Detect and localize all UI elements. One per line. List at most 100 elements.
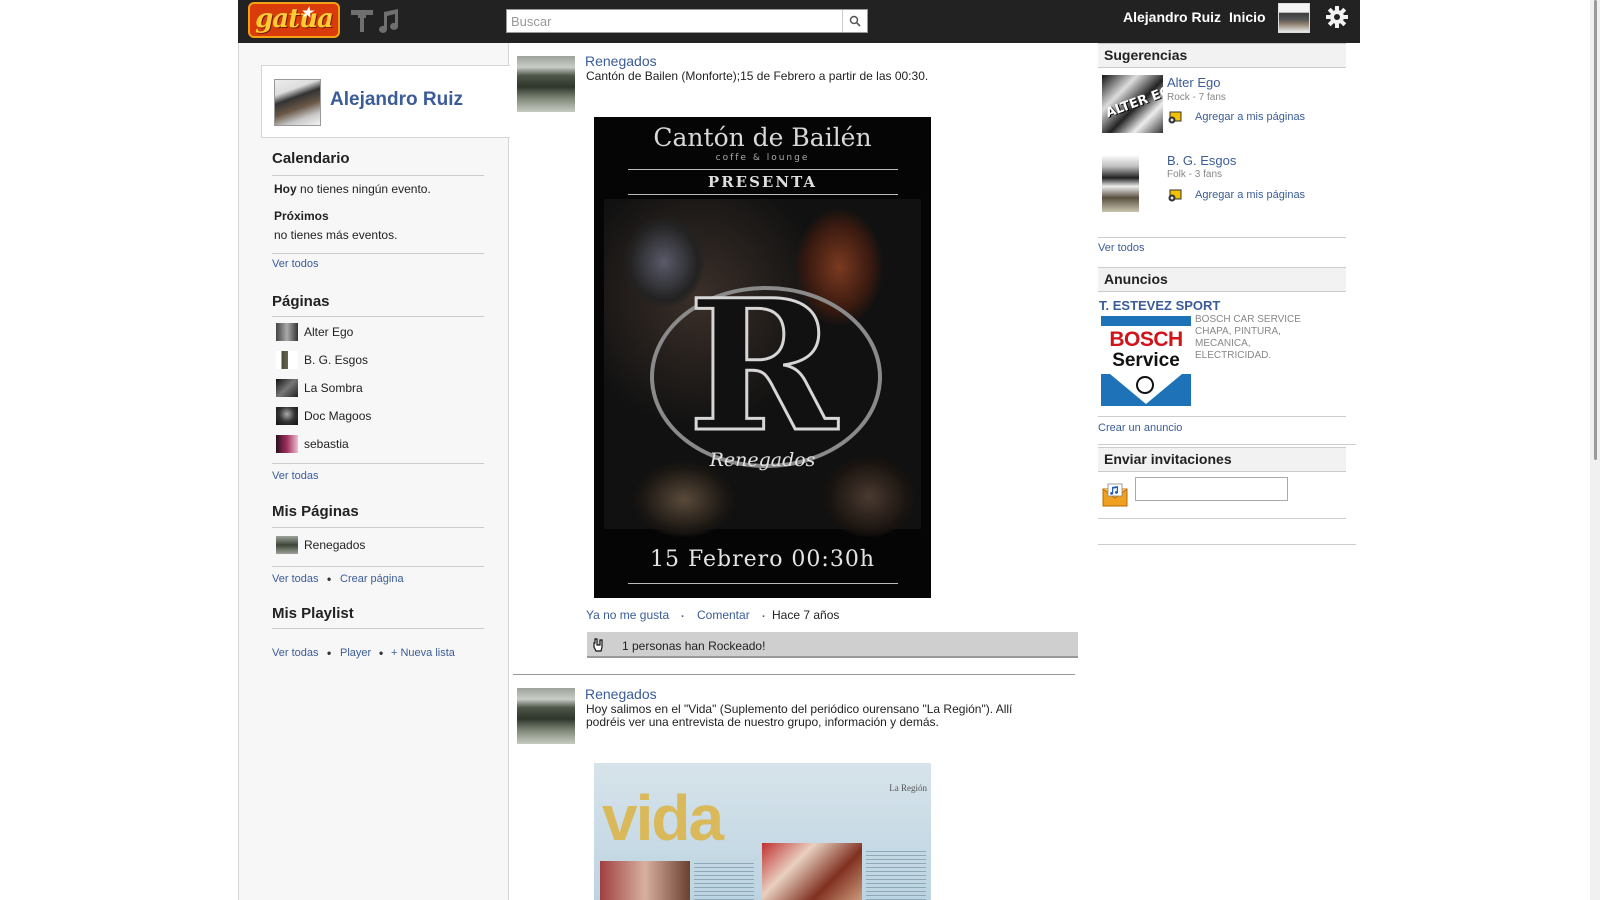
divider [1098,237,1346,238]
divider [272,175,484,176]
divider [272,527,484,528]
bosch-service: Service [1112,350,1180,371]
ad-image-bosch[interactable]: BOSCH Service [1101,316,1191,406]
search-box [506,9,868,33]
add-page-icon [1168,111,1182,124]
suggestions-title: Sugerencias [1098,43,1346,68]
newspaper-photo [600,861,690,900]
separator-dot: . [681,608,685,620]
search-input[interactable] [507,10,845,32]
search-button[interactable] [842,10,867,32]
pages-see-all-link[interactable]: Ver todas [272,470,318,482]
divider [1098,444,1356,445]
playlist-see-all-link[interactable]: Ver todas [272,647,318,659]
invite-email-input[interactable] [1136,478,1287,500]
invites-title: Enviar invitaciones [1098,447,1346,472]
gear-icon[interactable] [1325,5,1349,29]
rock-hand-icon[interactable] [591,637,607,653]
suggestion-name-link[interactable]: B. G. Esgos [1167,153,1236,168]
comment-link[interactable]: Comentar [697,608,750,622]
profile-card: Alejandro Ruiz [261,65,510,138]
calendar-upcoming-text: no tienes más eventos. [274,228,398,242]
my-pages-title: Mis Páginas [272,503,359,520]
my-pages-see-all-link[interactable]: Ver todas [272,573,318,585]
divider [272,566,484,567]
page-thumb [276,435,298,453]
invite-envelope-icon [1102,483,1128,507]
ads-title: Anuncios [1098,267,1346,292]
suggestion-thumb-bg-esgos[interactable] [1102,155,1139,212]
divider [272,253,484,254]
scrollbar-thumb[interactable] [1594,0,1597,460]
suggestion-thumb-text: ALTER EGO [1103,79,1163,122]
page-item-la-sombra[interactable]: La Sombra [276,378,363,398]
newspaper-corner: La Región [889,783,927,793]
rock-bar: 1 personas han Rockeado! [587,632,1078,658]
separator-dot: . [762,608,766,620]
bosch-brand: BOSCH [1109,328,1183,351]
newspaper-text-block [866,851,926,900]
post-author-avatar[interactable] [517,56,575,112]
music-note-icon[interactable] [374,6,402,34]
page-item-doc-magoos[interactable]: Doc Magoos [276,406,371,426]
calendar-see-all-link[interactable]: Ver todos [272,258,318,270]
poster-rule [628,583,898,584]
add-to-pages-button[interactable]: Agregar a mis páginas [1167,110,1305,124]
profile-avatar[interactable] [274,79,321,126]
logo-text: gatua [255,4,334,34]
playlist-title: Mis Playlist [272,605,354,622]
newspaper-text-block [694,863,754,900]
page-thumb [276,379,298,397]
poster-rule [628,194,898,195]
page-item-sebastia[interactable]: sebastia [276,434,349,454]
page-thumb [276,323,298,341]
unlike-link[interactable]: Ya no me gusta [586,608,669,622]
page-thumb [276,536,298,554]
user-name-link[interactable]: Alejandro Ruiz [1123,9,1221,25]
post-divider [513,674,1075,675]
divider [272,628,484,629]
poster-presenta: PRESENTA [707,173,818,191]
rock-count-text: 1 personas han Rockeado! [622,639,766,653]
profile-name[interactable]: Alejandro Ruiz [330,89,463,111]
left-sidebar: Alejandro Ruiz Calendario Hoy no tienes … [238,43,510,900]
avatar[interactable] [1278,3,1310,33]
new-list-link[interactable]: + Nueva lista [391,647,455,659]
divider [272,463,484,464]
star-icon: ★ [300,5,313,21]
poster-venue-sub: coffe & lounge [715,153,810,163]
page-item-bg-esgos[interactable]: B. G. Esgos [276,350,368,370]
divider [1098,544,1356,545]
bosch-emblem-icon [1136,376,1154,394]
page-item-alter-ego[interactable]: Alter Ego [276,322,353,342]
suggestion-meta: Folk - 3 fans [1167,169,1223,180]
suggestion-name-link[interactable]: Alter Ego [1167,75,1220,90]
home-link[interactable]: Inicio [1229,9,1266,25]
post-image-newspaper[interactable]: vida La Región [594,763,931,900]
my-page-item-renegados[interactable]: Renegados [276,535,365,555]
ad-title-link[interactable]: T. ESTEVEZ SPORT [1099,298,1220,313]
player-link[interactable]: Player [340,647,371,659]
suggestion-thumb-alter-ego[interactable]: ALTER EGO [1102,75,1163,133]
poster-date: 15 Febrero 00:30h [649,547,875,572]
create-page-link[interactable]: Crear página [340,573,404,585]
separator-dot: • [327,646,332,660]
create-ad-link[interactable]: Crear un anuncio [1098,422,1182,434]
post-author-avatar[interactable] [517,688,575,744]
pages-title: Páginas [272,293,330,310]
post-image-poster[interactable]: Cantón de Bailén coffe & lounge PRESENTA… [594,117,931,598]
separator-dot: • [327,572,332,586]
guitar-icon[interactable] [348,6,376,34]
logo[interactable]: gatua ★ [248,2,340,38]
divider [272,316,484,317]
add-page-icon [1168,189,1182,202]
add-to-pages-button[interactable]: Agregar a mis páginas [1167,188,1305,202]
search-icon [849,15,861,27]
post-author-link[interactable]: Renegados [585,53,657,69]
calendar-title: Calendario [272,150,350,167]
post-text: Hoy salimos en el "Vida" (Suplemento del… [586,702,1013,729]
post-author-link[interactable]: Renegados [585,686,657,702]
suggestions-see-all-link[interactable]: Ver todos [1098,242,1144,254]
top-bar: gatua ★ Alejandro Ruiz Inicio [238,0,1360,43]
calendar-today: Hoy no tienes ningún evento. [274,182,431,196]
